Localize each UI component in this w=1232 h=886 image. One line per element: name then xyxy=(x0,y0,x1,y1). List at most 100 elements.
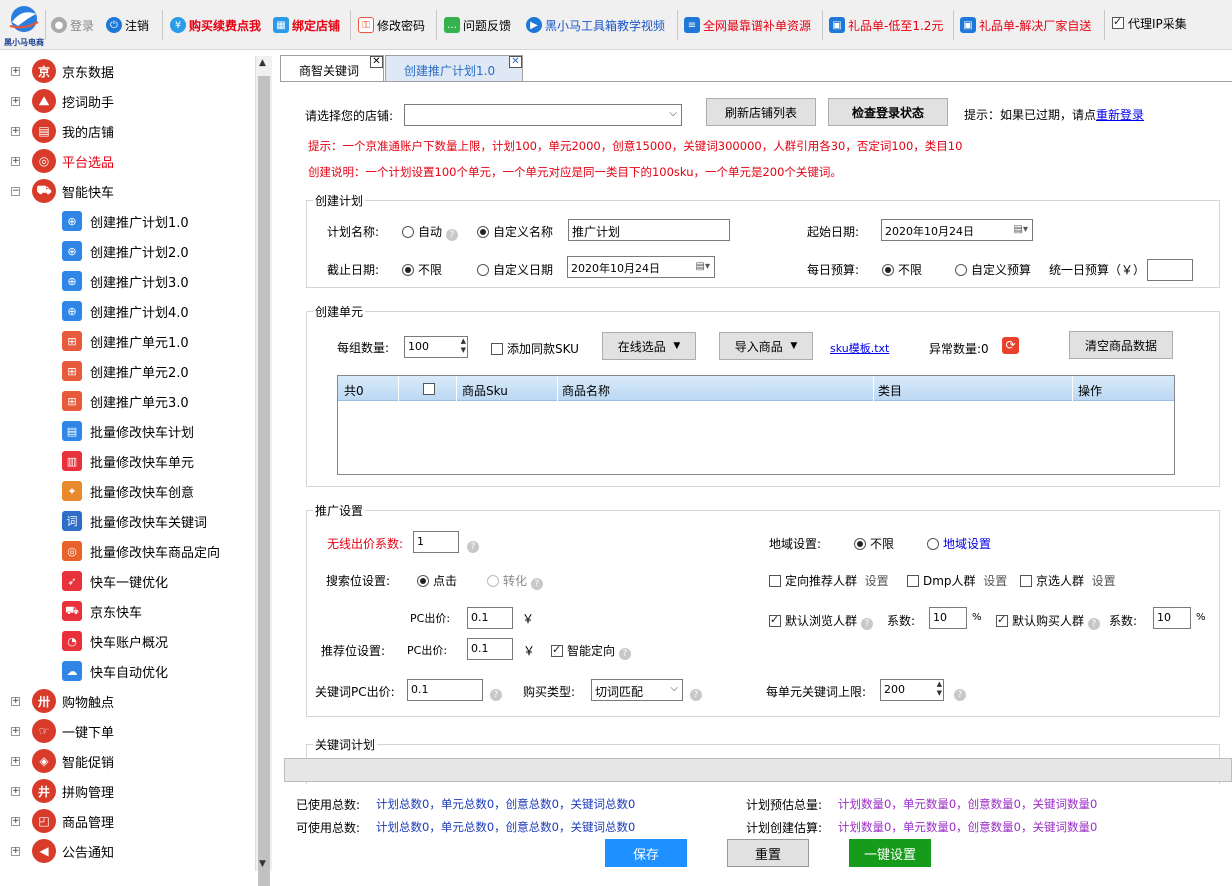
end-unlimited-radio[interactable]: 不限 xyxy=(402,261,442,278)
dmp-setting-link[interactable]: 设置 xyxy=(983,574,1007,588)
limit-tip: 提示：一个京准通账户下数量上限，计划100，单元2000，创意15000，关键词… xyxy=(308,139,963,153)
horse-logo-icon xyxy=(9,6,39,32)
sku-template-link[interactable]: sku模板.txt xyxy=(830,340,889,356)
col-product-name: 商品名称 xyxy=(562,384,611,398)
scroll-down-icon[interactable]: ▼ xyxy=(259,859,266,869)
group-count-stepper[interactable]: 100 ▲ ▼ xyxy=(404,336,468,358)
select-all-checkbox[interactable] xyxy=(423,382,439,396)
browse-coef-input[interactable]: 10 xyxy=(929,607,967,629)
rec-pc-bid-input[interactable]: 0.1 xyxy=(467,638,513,660)
tab-label: 创建推广计划1.0 xyxy=(404,64,496,78)
calendar-icon[interactable]: ▤▾ xyxy=(696,261,710,272)
close-icon[interactable]: ✕ xyxy=(370,56,383,68)
start-date-picker[interactable]: 2020年10月24日 ▤▾ xyxy=(881,219,1033,241)
scroll-thumb[interactable] xyxy=(258,76,270,886)
expand-icon[interactable]: + xyxy=(11,756,20,766)
end-date-value: 2020年10月24日 xyxy=(571,262,660,275)
unit-icon: ⊞ xyxy=(62,331,82,351)
convert-radio[interactable]: 转化 ? xyxy=(487,572,543,590)
smart-targeting-checkbox[interactable]: 智能定向 ? xyxy=(551,642,631,660)
divider xyxy=(1104,10,1105,40)
tab-shangzhi-keywords[interactable]: 商智关键词 ✕ xyxy=(280,55,384,82)
jd-crowd-checkbox[interactable]: 京选人群 设置 xyxy=(1020,572,1116,589)
change-password-button[interactable]: ⚿ 修改密码 xyxy=(358,16,425,34)
bind-shop-button[interactable]: ▦ 绑定店铺 xyxy=(273,16,340,34)
hand-icon: ☞ xyxy=(32,719,56,743)
expand-icon[interactable]: + xyxy=(11,726,20,736)
custom-date-radio[interactable]: 自定义日期 xyxy=(477,261,553,278)
targeted-setting-link[interactable]: 设置 xyxy=(865,574,889,588)
search-pc-bid-input[interactable]: 0.1 xyxy=(467,607,513,629)
scroll-up-icon[interactable]: ▲ xyxy=(259,58,266,68)
keyword-limit-stepper[interactable]: 200 ▲ ▼ xyxy=(880,679,944,701)
keyword-pc-bid-label: 关键词PC出价: xyxy=(315,685,395,699)
grid-icon: 井 xyxy=(32,779,56,803)
expand-icon[interactable]: + xyxy=(11,696,20,706)
gift-order-button-2[interactable]: ▣ 礼品单-解决厂家自送 xyxy=(960,16,1091,34)
relogin-link[interactable]: 重新登录 xyxy=(1096,108,1144,122)
start-date-value: 2020年10月24日 xyxy=(885,225,974,238)
help-icon: ? xyxy=(954,685,966,701)
calendar-icon[interactable]: ▤▾ xyxy=(1014,224,1028,235)
stepper-arrows-icon[interactable]: ▲ ▼ xyxy=(937,680,942,698)
collapse-icon[interactable]: − xyxy=(11,186,20,196)
resources-button[interactable]: ≡ 全网最靠谱补单资源 xyxy=(684,16,811,34)
plan-name-input[interactable]: 推广计划 xyxy=(568,219,730,241)
save-button[interactable]: 保存 xyxy=(605,839,687,867)
col-divider xyxy=(1072,376,1073,401)
end-date-picker[interactable]: 2020年10月24日 ▤▾ xyxy=(567,256,715,278)
checkbox-icon xyxy=(769,613,781,627)
gift-order-button-1[interactable]: ▣ 礼品单-低至1.2元 xyxy=(829,16,943,34)
keyword-pc-bid-input[interactable]: 0.1 xyxy=(407,679,483,701)
browse-coef-label: 系数: xyxy=(887,614,916,628)
check-login-button[interactable]: 检查登录状态 xyxy=(828,98,948,126)
targeted-crowd-checkbox[interactable]: 定向推荐人群 设置 xyxy=(769,572,889,589)
tab-create-plan[interactable]: 创建推广计划1.0 ✕ xyxy=(385,55,523,82)
logout-button[interactable]: ⏻ 注销 xyxy=(106,16,149,34)
online-select-button[interactable]: 在线选品 ▼ xyxy=(602,332,696,360)
buy-coef-input[interactable]: 10 xyxy=(1153,607,1191,629)
budget-unlimited-radio[interactable]: 不限 xyxy=(882,261,922,278)
login-button[interactable]: ● 登录 xyxy=(51,16,94,34)
proxy-checkbox[interactable]: 代理IP采集 xyxy=(1112,14,1187,32)
buy-type-select[interactable]: 切词匹配 ⌵ xyxy=(591,679,683,701)
browse-crowd-checkbox[interactable]: 默认浏览人群 ? xyxy=(769,612,873,630)
custom-name-radio[interactable]: 自定义名称 xyxy=(477,223,553,240)
one-click-setup-button[interactable]: 一键设置 xyxy=(849,839,931,867)
refresh-shops-button[interactable]: 刷新店铺列表 xyxy=(706,98,816,126)
wireless-bid-input[interactable]: 1 xyxy=(413,531,459,553)
renew-button[interactable]: ¥ 购买续费点我 xyxy=(170,16,261,34)
sidebar-scrollbar[interactable]: ▲ ▼ xyxy=(255,56,272,886)
close-icon[interactable]: ✕ xyxy=(509,56,522,68)
expand-icon[interactable]: + xyxy=(11,816,20,826)
expand-icon[interactable]: + xyxy=(11,156,20,166)
expand-icon[interactable]: + xyxy=(11,66,20,76)
stepper-arrows-icon[interactable]: ▲ ▼ xyxy=(461,337,466,355)
shop-select[interactable]: ⌵ xyxy=(404,104,682,126)
help-icon: ? xyxy=(1087,618,1100,630)
reset-button[interactable]: 重置 xyxy=(727,839,809,867)
click-radio[interactable]: 点击 xyxy=(417,572,457,589)
video-button[interactable]: ▶ 黑小马工具箱教学视频 xyxy=(526,16,665,34)
renew-label: 购买续费点我 xyxy=(189,18,262,33)
region-unlimited-radio[interactable]: 不限 xyxy=(854,535,894,552)
refresh-icon[interactable]: ⟳ xyxy=(1002,337,1019,354)
unified-budget-input[interactable] xyxy=(1147,259,1193,281)
custom-budget-radio[interactable]: 自定义预算 xyxy=(955,261,1031,278)
expand-icon[interactable]: + xyxy=(11,846,20,856)
same-sku-checkbox[interactable]: 添加同款SKU xyxy=(491,340,579,357)
buy-crowd-checkbox[interactable]: 默认购买人群 ? xyxy=(996,612,1100,630)
auto-radio[interactable]: 自动 ? xyxy=(402,223,458,241)
expand-icon[interactable]: + xyxy=(11,96,20,106)
unified-budget-label: 统一日预算（￥） xyxy=(1049,263,1146,277)
dmp-crowd-checkbox[interactable]: Dmp人群 设置 xyxy=(907,572,1007,589)
jd-pick-label: 京选人群 xyxy=(1036,574,1085,588)
expand-icon[interactable]: + xyxy=(11,126,20,136)
import-products-button[interactable]: 导入商品 ▼ xyxy=(719,332,813,360)
clear-products-button[interactable]: 清空商品数据 xyxy=(1069,331,1173,359)
region-set-radio[interactable]: 地域设置 xyxy=(927,535,991,552)
jd-setting-link[interactable]: 设置 xyxy=(1092,574,1116,588)
feedback-button[interactable]: … 问题反馈 xyxy=(444,16,511,34)
app-logo: 黑小马电商 xyxy=(4,4,44,47)
expand-icon[interactable]: + xyxy=(11,786,20,796)
